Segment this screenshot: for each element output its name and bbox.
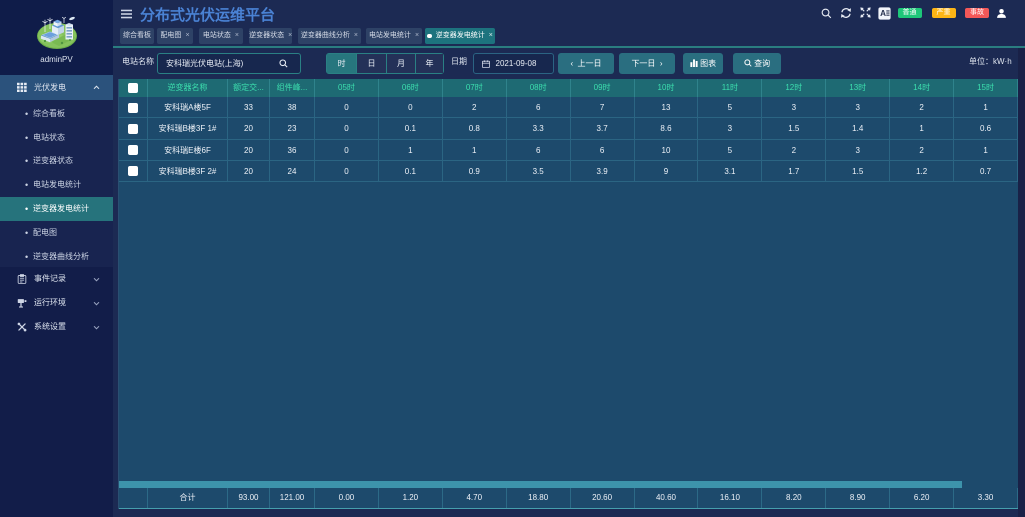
svg-text:A: A <box>880 9 886 18</box>
